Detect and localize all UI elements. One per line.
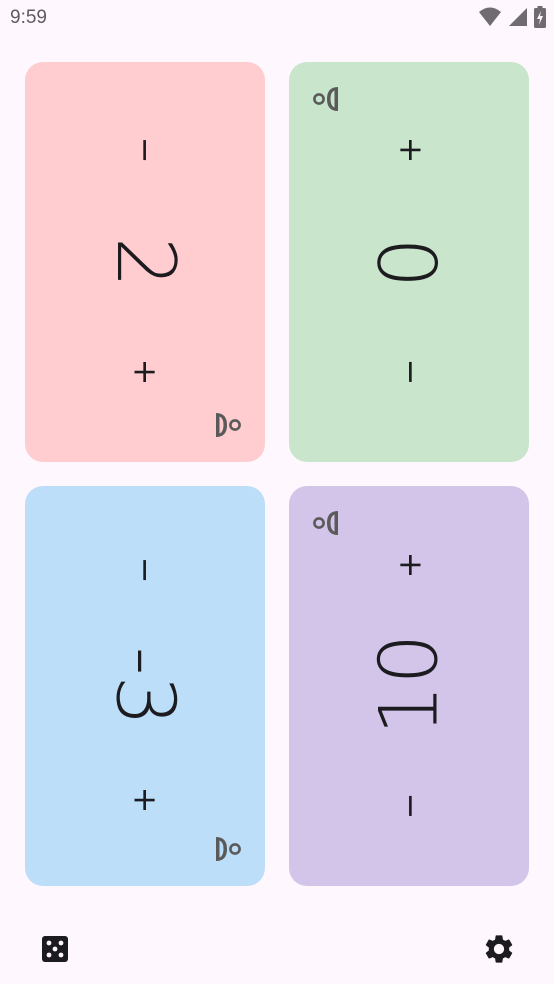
player-card-2: + 0 −	[289, 62, 529, 462]
player-card-1: − 2 +	[25, 62, 265, 462]
player-card-3: − -3 +	[25, 486, 265, 886]
status-bar: 9:59	[0, 0, 554, 38]
battery-charging-icon	[534, 6, 546, 28]
player-3-life-value: -3	[98, 646, 192, 726]
player-4-decrement-button[interactable]: −	[289, 776, 529, 836]
player-1-life-value: 2	[98, 236, 192, 288]
player-4-life-value: 10	[362, 633, 456, 735]
player-card-4: + 10 −	[289, 486, 529, 886]
player-4-decrement-label: −	[390, 792, 428, 820]
player-4-increment-label: +	[390, 551, 428, 579]
status-time: 9:59	[10, 7, 47, 28]
player-1-decrement-label: −	[126, 136, 164, 164]
signal-icon	[509, 8, 527, 26]
player-4-increment-button[interactable]: +	[289, 535, 529, 595]
player-1-increment-button[interactable]: +	[25, 342, 265, 402]
player-1-life-display: 2	[25, 202, 265, 322]
player-1-decrement-button[interactable]: −	[25, 120, 265, 180]
player-3-commander-damage-icon[interactable]	[213, 834, 243, 864]
wifi-icon	[479, 7, 501, 26]
bottom-bar	[0, 910, 554, 984]
player-1-increment-label: +	[126, 358, 164, 386]
player-4-commander-damage-icon[interactable]	[311, 508, 341, 538]
player-2-increment-button[interactable]: +	[289, 120, 529, 180]
status-icons	[478, 6, 546, 28]
player-3-life-display: -3	[25, 626, 265, 746]
player-3-decrement-button[interactable]: −	[25, 540, 265, 600]
player-1-commander-damage-icon[interactable]	[213, 410, 243, 440]
player-2-life-value: 0	[362, 236, 456, 288]
player-2-increment-label: +	[390, 136, 428, 164]
player-2-decrement-button[interactable]: −	[289, 342, 529, 402]
player-4-life-display: 10	[289, 624, 529, 744]
player-3-decrement-label: −	[126, 556, 164, 584]
player-3-increment-label: +	[126, 786, 164, 814]
player-2-life-display: 0	[289, 202, 529, 322]
gear-icon[interactable]	[482, 932, 516, 966]
player-2-decrement-label: −	[390, 358, 428, 386]
dice-icon[interactable]	[40, 934, 70, 964]
player-2-commander-damage-icon[interactable]	[311, 84, 341, 114]
player-3-increment-button[interactable]: +	[25, 770, 265, 830]
